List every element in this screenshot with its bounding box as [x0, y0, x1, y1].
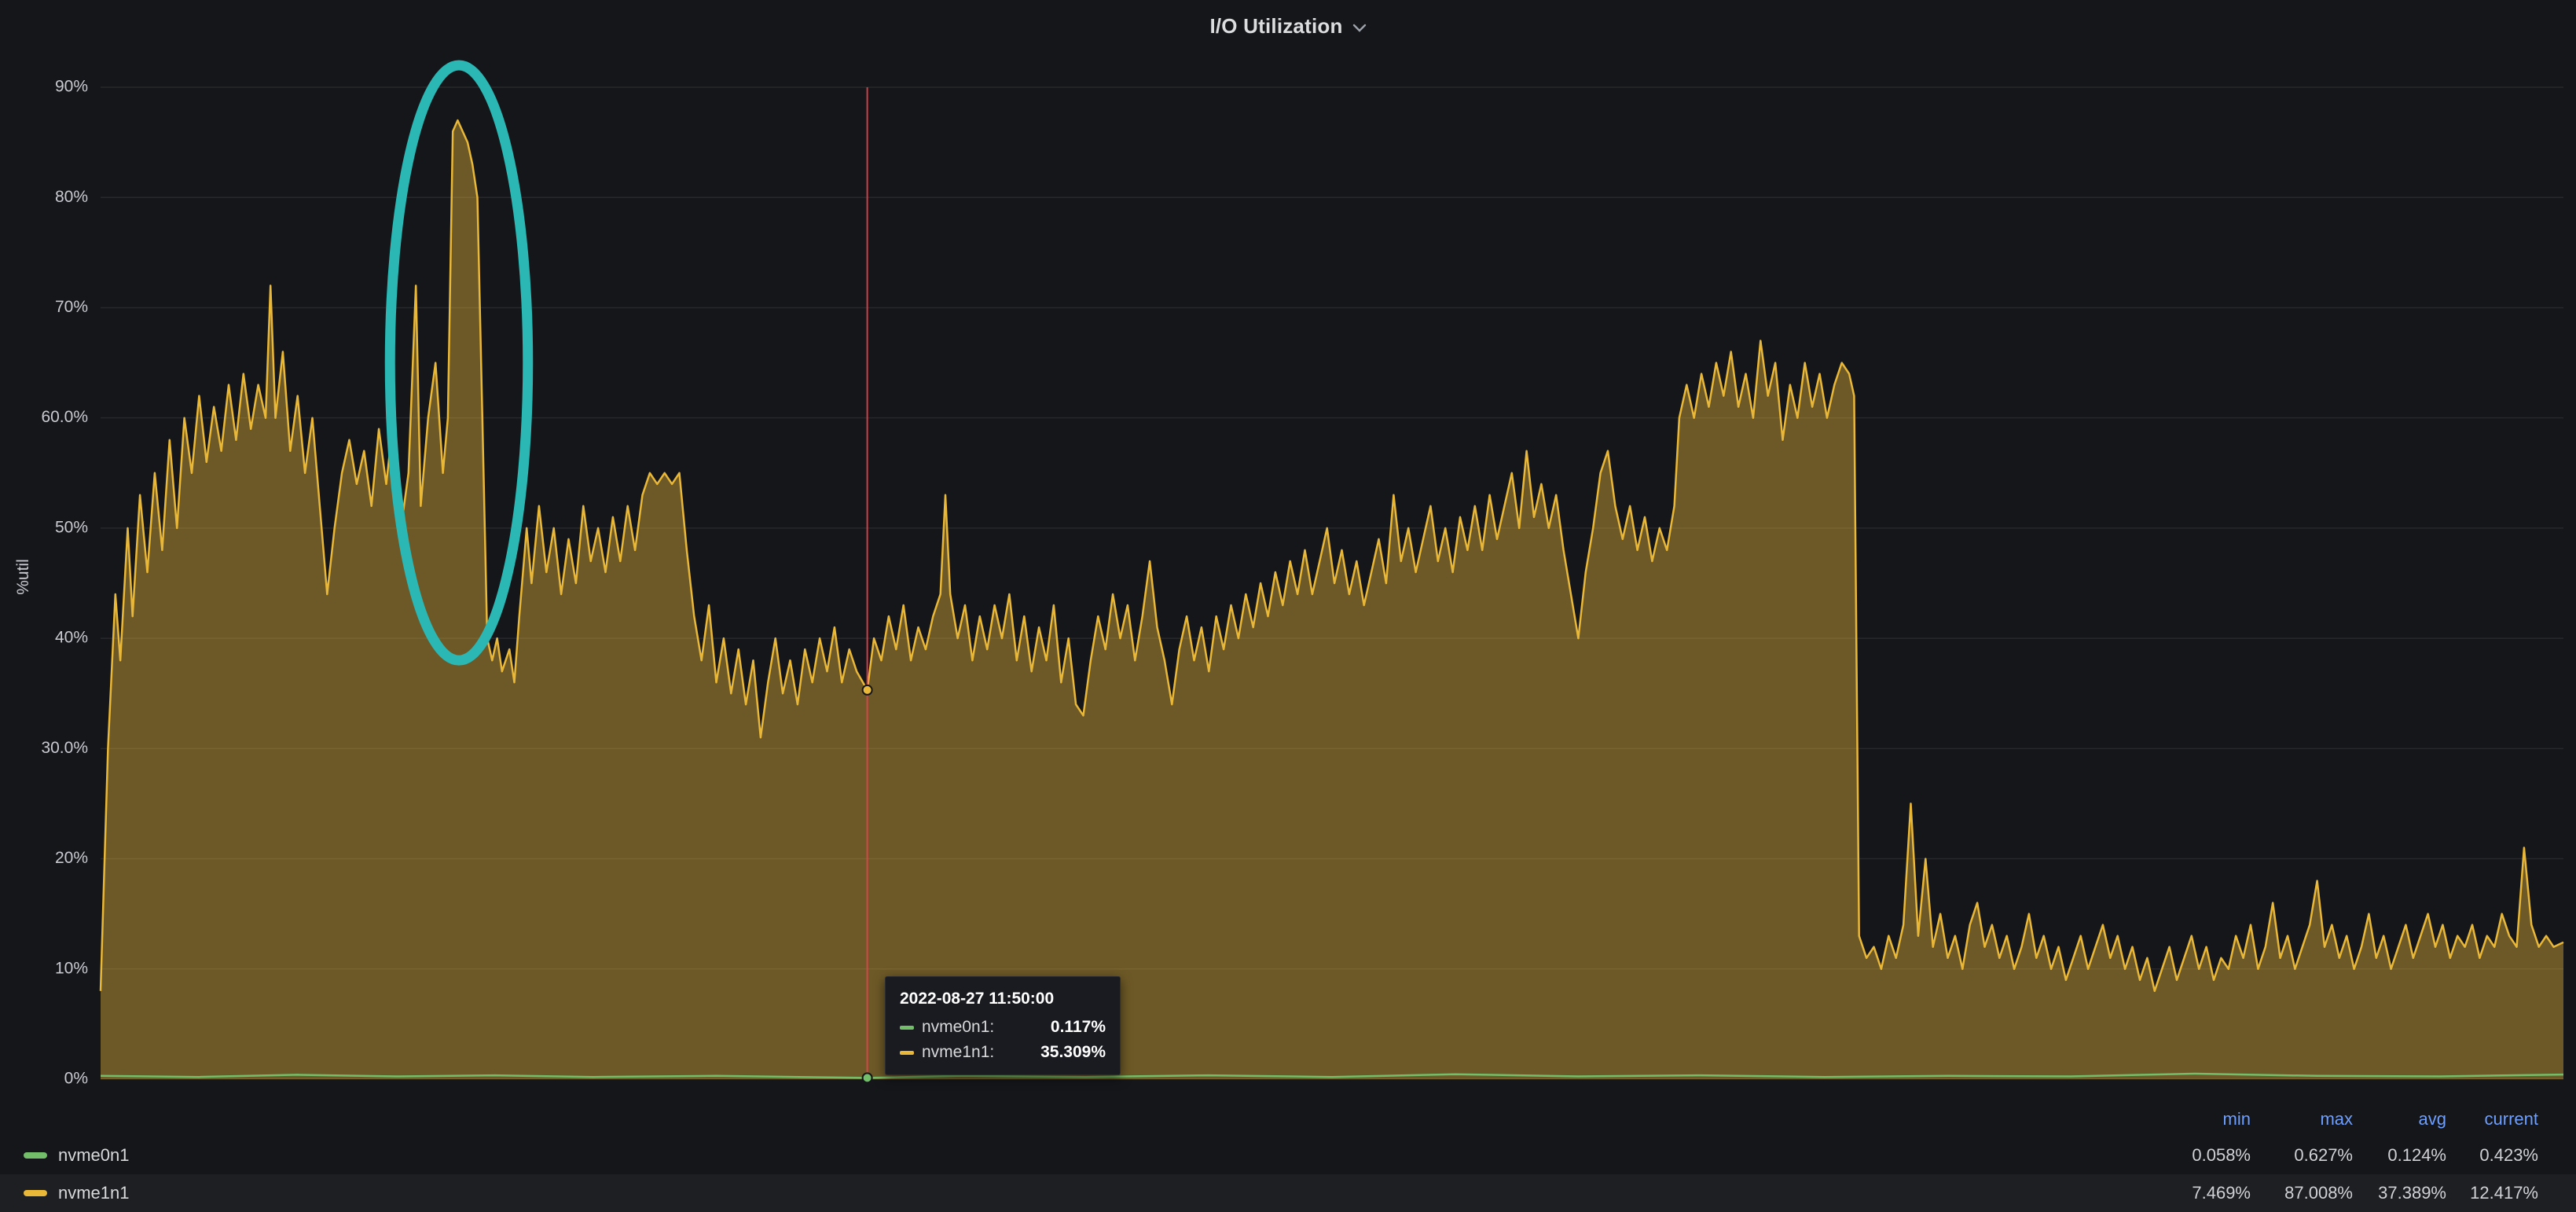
legend-value-min: 7.469% — [2133, 1183, 2251, 1203]
svg-text:80%: 80% — [55, 188, 88, 206]
tooltip-series-name: nvme1n1: — [922, 1043, 994, 1062]
series-label-nvme0n1[interactable]: nvme0n1 — [58, 1145, 130, 1166]
svg-text:30.0%: 30.0% — [41, 739, 88, 757]
series-swatch-nvme0n1[interactable] — [24, 1152, 47, 1159]
svg-text:50%: 50% — [55, 518, 88, 536]
svg-text:90%: 90% — [55, 78, 88, 96]
panel-title[interactable]: I/O Utilization — [1209, 14, 1342, 39]
hover-tooltip: 2022-08-27 11:50:00 nvme0n1: 0.117% nvme… — [885, 976, 1121, 1075]
legend: min max avg current nvme0n1 0.058% 0.627… — [0, 1102, 2576, 1212]
tooltip-series-value: 0.117% — [1051, 1018, 1106, 1037]
svg-text:0%: 0% — [64, 1070, 88, 1088]
legend-col-max[interactable]: max — [2251, 1109, 2353, 1129]
tooltip-row: nvme0n1: 0.117% — [900, 1018, 1106, 1037]
legend-header-row: min max avg current — [0, 1102, 2576, 1137]
legend-value-avg: 37.389% — [2353, 1183, 2446, 1203]
y-axis-title: %util — [14, 559, 33, 595]
legend-row-nvme1n1: nvme1n1 7.469% 87.008% 37.389% 12.417% — [0, 1174, 2576, 1212]
legend-row-nvme0n1: nvme0n1 0.058% 0.627% 0.124% 0.423% — [0, 1137, 2576, 1174]
series-swatch-nvme0n1 — [900, 1026, 914, 1030]
legend-value-max: 87.008% — [2251, 1183, 2353, 1203]
legend-col-avg[interactable]: avg — [2353, 1109, 2446, 1129]
legend-col-min[interactable]: min — [2133, 1109, 2251, 1129]
legend-value-max: 0.627% — [2251, 1145, 2353, 1166]
series-swatch-nvme1n1[interactable] — [24, 1190, 47, 1196]
legend-value-current: 12.417% — [2446, 1183, 2538, 1203]
legend-col-current[interactable]: current — [2446, 1109, 2538, 1129]
svg-text:40%: 40% — [55, 629, 88, 647]
tooltip-series-name: nvme0n1: — [922, 1018, 994, 1037]
svg-text:60.0%: 60.0% — [41, 408, 88, 426]
series-label-nvme1n1[interactable]: nvme1n1 — [58, 1183, 130, 1203]
svg-text:20%: 20% — [55, 849, 88, 867]
tooltip-series-value: 35.309% — [1040, 1043, 1106, 1062]
series-swatch-nvme1n1 — [900, 1051, 914, 1055]
io-utilization-chart[interactable]: 0% 10% 20% 30.0% 40% 50% 60.0% 70% 80% 90% — [0, 52, 2576, 1102]
tooltip-timestamp: 2022-08-27 11:50:00 — [900, 990, 1106, 1008]
svg-text:10%: 10% — [55, 959, 88, 977]
svg-text:70%: 70% — [55, 298, 88, 316]
legend-value-avg: 0.124% — [2353, 1145, 2446, 1166]
tooltip-row: nvme1n1: 35.309% — [900, 1043, 1106, 1062]
chart-area[interactable]: 0%10%20%30.0%40%50%60.0%70%80%90% %util … — [0, 52, 2576, 1102]
chevron-down-icon[interactable] — [1352, 24, 1367, 32]
io-utilization-panel: I/O Utilization 0% 10% 20% 30.0% 40% 50% 60.0%… — [0, 0, 2576, 1212]
legend-value-min: 0.058% — [2133, 1145, 2251, 1166]
panel-header: I/O Utilization — [0, 0, 2576, 52]
legend-value-current: 0.423% — [2446, 1145, 2538, 1166]
